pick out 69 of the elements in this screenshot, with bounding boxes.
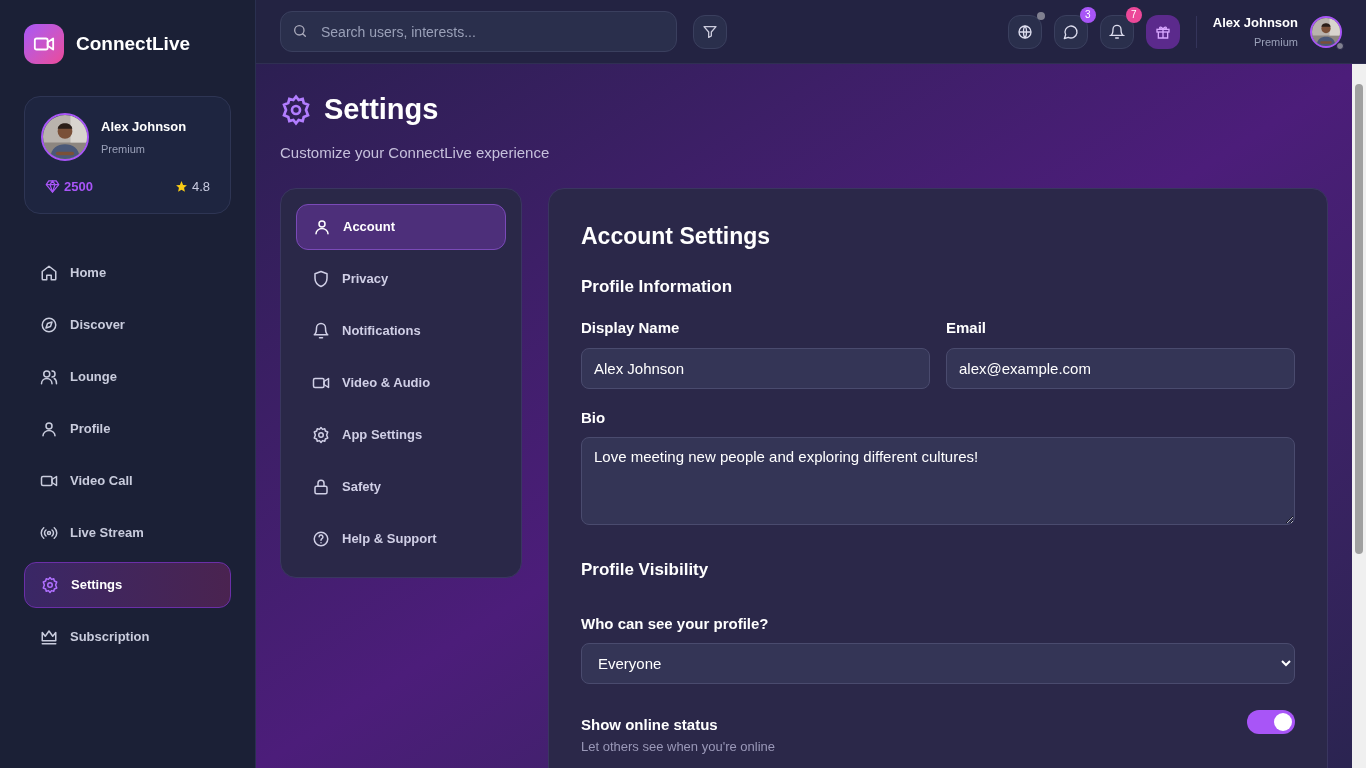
user-icon (313, 218, 331, 236)
tier-label: Premium (1254, 35, 1298, 50)
diamond-icon (45, 179, 60, 195)
page-title: Settings (324, 92, 439, 127)
users-icon (40, 368, 58, 386)
tier-label: Premium (101, 141, 146, 157)
nav-item[interactable]: Lounge (24, 354, 231, 400)
text-field[interactable]: Alex Johnson (581, 347, 930, 389)
section-heading: Profile Visibility (581, 559, 710, 581)
help-icon (312, 530, 330, 548)
settings-icon (41, 576, 59, 594)
user-icon (40, 420, 58, 438)
toggle-description: Let others see when you're online (581, 738, 775, 755)
bio-field[interactable]: Love meeting new people and exploring different cultures! (581, 437, 1295, 525)
gift-icon (1154, 23, 1171, 40)
shield-icon (312, 270, 330, 288)
lock-icon (312, 478, 330, 496)
text-field[interactable]: alex@example.com (946, 347, 1295, 389)
search-icon (292, 23, 308, 39)
nav-item[interactable]: Subscription (24, 614, 231, 660)
user-name: Alex Johnson (101, 118, 187, 136)
gift-button[interactable] (1145, 14, 1180, 49)
rating: 4.8 (191, 178, 210, 196)
chat-icon (1062, 23, 1079, 40)
settings-icon (280, 93, 312, 126)
count-badge: 7 (1125, 6, 1142, 23)
nav-item[interactable]: Profile (24, 406, 231, 452)
crown-icon (40, 628, 58, 646)
toggle-label: Show online status (581, 715, 719, 735)
settings-icon (312, 426, 330, 444)
settings-menu-item[interactable]: Help & Support (296, 516, 506, 562)
field-label: Bio (581, 407, 607, 428)
nav-item[interactable]: Discover (24, 302, 231, 348)
settings-menu-item[interactable]: Privacy (296, 256, 506, 302)
section-title: Account Settings (581, 222, 772, 251)
compass-icon (40, 316, 58, 334)
page-subtitle: Customize your ConnectLive experience (280, 142, 551, 163)
visibility-select[interactable]: Everyone (581, 643, 1295, 684)
toggle-switch[interactable] (1247, 710, 1295, 734)
avatar[interactable] (1310, 15, 1342, 48)
settings-menu-item[interactable]: Account (296, 204, 506, 250)
nav-item[interactable]: Home (24, 250, 231, 296)
filter-icon (702, 23, 718, 40)
bell-icon (1108, 23, 1125, 40)
settings-menu-item[interactable]: Notifications (296, 308, 506, 354)
field-label: Display Name (581, 318, 681, 338)
field-label: Who can see your profile? (581, 613, 770, 634)
settings-menu-item[interactable]: Video & Audio (296, 360, 506, 406)
app-name: ConnectLive (76, 31, 191, 56)
search-field[interactable]: Search users, interests... (280, 11, 677, 52)
settings-menu-item[interactable]: App Settings (296, 412, 506, 458)
user-name: Alex Johnson (1212, 13, 1298, 32)
count-badge: 3 (1079, 6, 1096, 23)
nav-item[interactable]: Video Call (24, 458, 231, 504)
nav-item[interactable]: Settings (24, 562, 231, 608)
filter-button[interactable] (693, 14, 727, 49)
settings-menu-item[interactable]: Safety (296, 464, 506, 510)
broadcast-icon (40, 524, 58, 542)
gem-count: 2500 (64, 178, 93, 196)
nav-item[interactable]: Live Stream (24, 510, 231, 556)
star-icon (174, 180, 188, 194)
logo-icon (24, 24, 64, 64)
bell-icon (312, 322, 330, 340)
globe-icon (1016, 23, 1033, 40)
scrollbar[interactable] (1352, 64, 1366, 768)
field-label: Email (946, 318, 988, 338)
section-heading: Profile Information (581, 275, 734, 298)
home-icon (40, 264, 58, 282)
language-button[interactable] (1007, 14, 1042, 49)
